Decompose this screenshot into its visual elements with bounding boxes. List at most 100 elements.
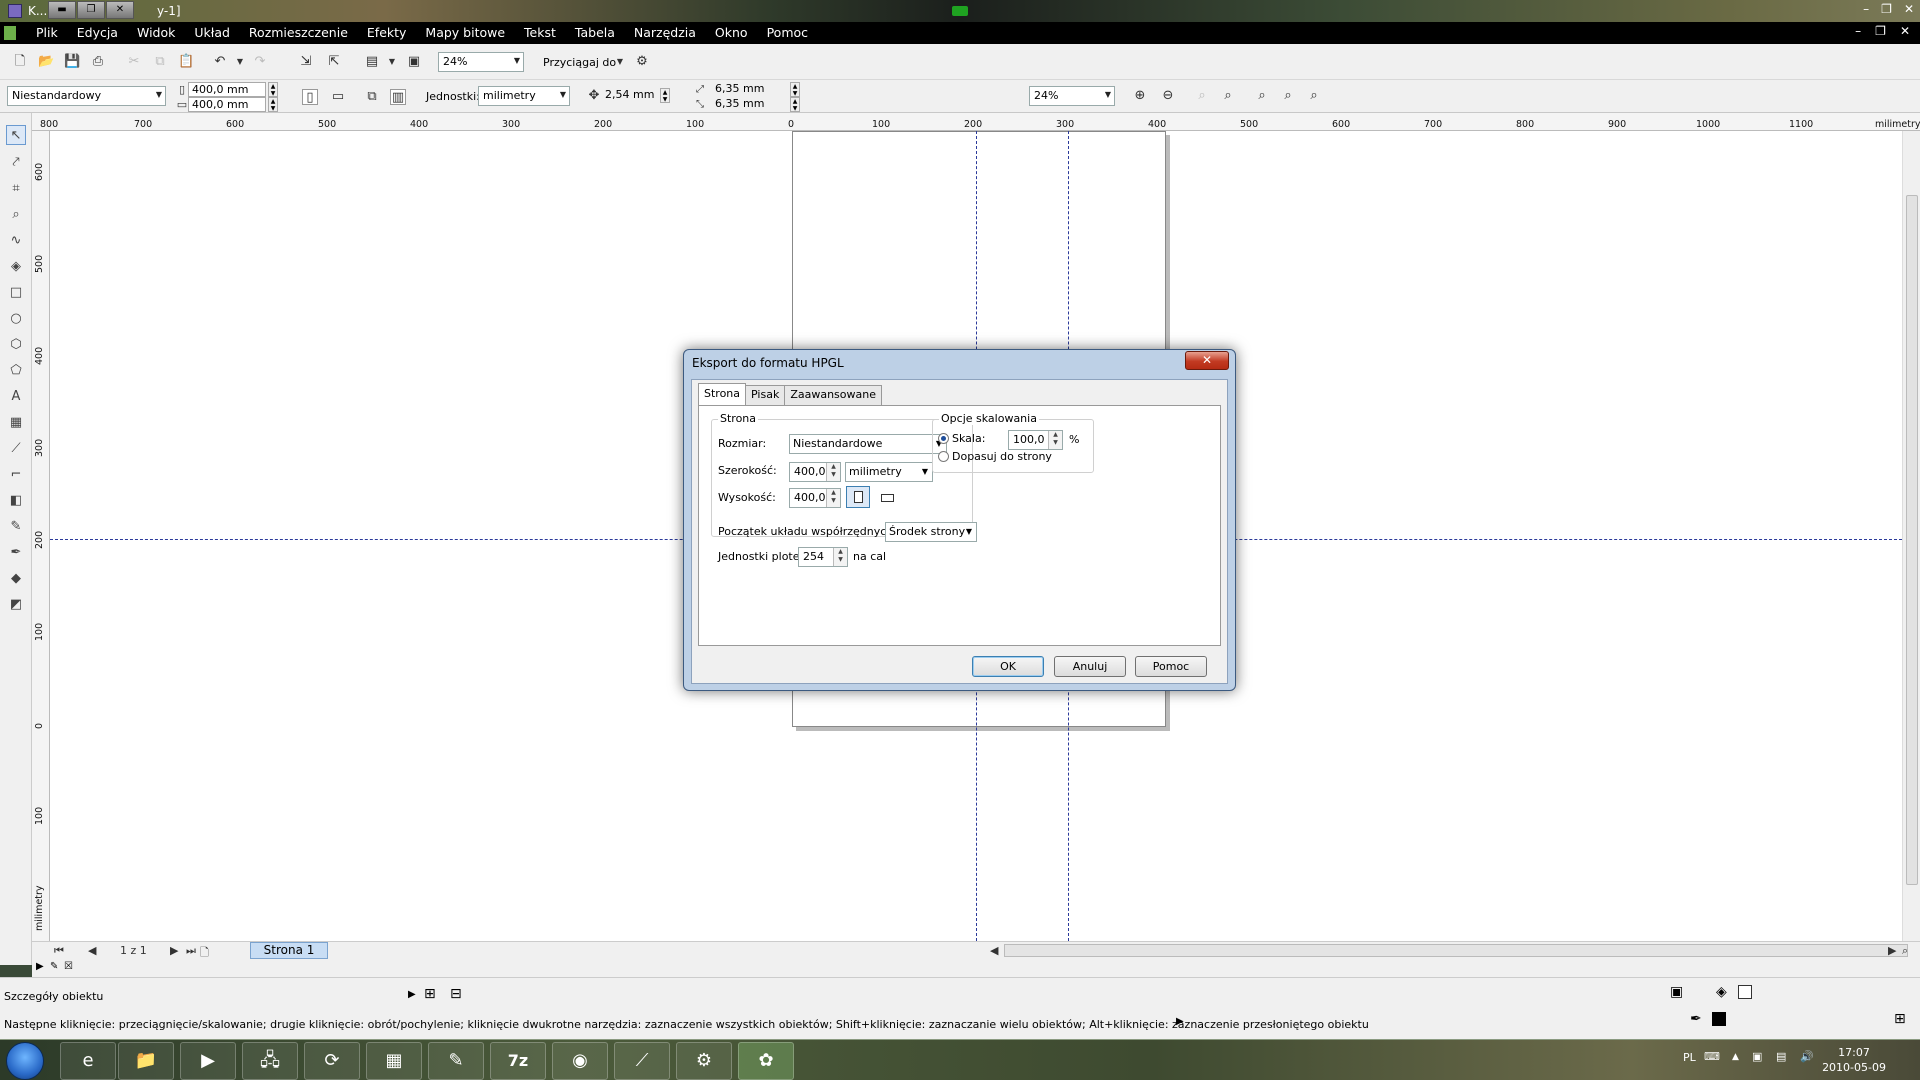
menu-tabela[interactable]: Tabela: [575, 25, 615, 40]
new-icon[interactable]: 🗋: [12, 54, 28, 70]
color-proof-icon[interactable]: ▣: [1670, 984, 1683, 1000]
status-toolbar-icon[interactable]: ⊞: [424, 986, 436, 1002]
portrait-icon[interactable]: ▯: [302, 89, 318, 105]
play-icon[interactable]: ▶: [36, 961, 44, 972]
doc-close-button[interactable]: ✕: [1900, 24, 1910, 38]
zoom-tool-icon[interactable]: ⌕: [6, 205, 26, 225]
scale-stepper[interactable]: ▲ ▼: [1048, 431, 1062, 449]
language-indicator[interactable]: PL: [1683, 1051, 1696, 1064]
navigator-zoom-icon[interactable]: ⌕: [1902, 944, 1908, 958]
units-combo[interactable]: milimetry: [478, 86, 570, 106]
height-stepper[interactable]: ▲ ▼: [826, 489, 840, 507]
import-icon[interactable]: ⇲: [298, 54, 314, 70]
menu-narzedzia[interactable]: Narzędzia: [634, 25, 696, 40]
menu-rozmieszczenie[interactable]: Rozmieszczenie: [249, 25, 348, 40]
scroll-left-icon[interactable]: ◀: [990, 944, 998, 957]
no-fill-icon[interactable]: ☒: [64, 961, 73, 972]
tray-expand-icon[interactable]: ▲: [1732, 1052, 1739, 1062]
zoom-selected-icon[interactable]: ⌕: [1194, 88, 1210, 104]
smart-fill-tool-icon[interactable]: ◈: [6, 257, 26, 277]
volume-icon[interactable]: 🔊: [1800, 1050, 1814, 1063]
minimize-button[interactable]: –: [1863, 2, 1869, 16]
menu-tekst[interactable]: Tekst: [524, 25, 556, 40]
open-icon[interactable]: 📂: [38, 54, 54, 70]
duplicate-x-stepper[interactable]: ▲ ▼: [790, 82, 800, 97]
menu-pomoc[interactable]: Pomoc: [767, 25, 808, 40]
child-close-button[interactable]: ✕: [106, 1, 134, 19]
menu-okno[interactable]: Okno: [715, 25, 748, 40]
help-button[interactable]: Pomoc: [1135, 656, 1207, 677]
pin-icon[interactable]: ✎: [50, 961, 58, 972]
taskbar-network-icon[interactable]: 🖧: [242, 1042, 298, 1080]
connector-tool-icon[interactable]: ⌐: [6, 465, 26, 485]
interactive-fill-tool-icon[interactable]: ◩: [6, 595, 26, 615]
text-tool-icon[interactable]: A: [6, 387, 26, 407]
maximize-button[interactable]: ❐: [1881, 2, 1892, 16]
zoom-page-width-icon[interactable]: ⌕: [1280, 88, 1296, 104]
snap-dropdown-icon[interactable]: ▼: [612, 54, 628, 70]
welcome-screen-icon[interactable]: ▣: [406, 54, 422, 70]
blend-tool-icon[interactable]: ◧: [6, 491, 26, 511]
undo-dropdown-icon[interactable]: ▼: [232, 54, 248, 70]
menu-mapy-bitowe[interactable]: Mapy bitowe: [425, 25, 505, 40]
menu-widok[interactable]: Widok: [137, 25, 175, 40]
page-width-stepper[interactable]: ▲ ▼: [268, 82, 278, 97]
status-toolbar-icon[interactable]: ⊟: [450, 986, 462, 1002]
export-icon[interactable]: ⇱: [326, 54, 342, 70]
outline-tool-icon[interactable]: ✒: [6, 543, 26, 563]
horizontal-scrollbar[interactable]: [1004, 944, 1908, 957]
page-first-icon[interactable]: ⏮: [54, 944, 64, 958]
options-icon[interactable]: ⚙: [634, 54, 650, 70]
child-restore-button[interactable]: ❐: [77, 1, 105, 19]
basic-shapes-tool-icon[interactable]: ⬠: [6, 361, 26, 381]
fill-swatch-none[interactable]: [1738, 985, 1752, 999]
publish-pdf-icon[interactable]: ▤: [364, 54, 380, 70]
freehand-tool-icon[interactable]: ∿: [6, 231, 26, 251]
page-tab[interactable]: Strona 1: [250, 942, 328, 959]
taskbar-7zip-icon[interactable]: 7z: [490, 1042, 546, 1080]
menu-edycja[interactable]: Edycja: [77, 25, 118, 40]
taskbar-explorer-icon[interactable]: 📁: [118, 1042, 174, 1080]
undo-icon[interactable]: ↶: [212, 54, 228, 70]
tab-zaawansowane[interactable]: Zaawansowane: [784, 385, 882, 405]
landscape-icon[interactable]: ▭: [330, 89, 346, 105]
dialog-close-button[interactable]: ✕: [1185, 351, 1229, 370]
menu-uklad[interactable]: Układ: [194, 25, 230, 40]
page-next-icon[interactable]: ▶: [170, 944, 178, 957]
publish-dropdown-icon[interactable]: ▼: [384, 54, 400, 70]
paste-icon[interactable]: 📋: [178, 54, 194, 70]
fit-to-page-label[interactable]: Dopasuj do strony: [952, 450, 1052, 463]
page-height-stepper[interactable]: ▲ ▼: [268, 97, 278, 112]
ok-button[interactable]: OK: [972, 656, 1044, 677]
copy-icon[interactable]: ⧉: [152, 54, 168, 70]
duplicate-y-field[interactable]: 6,35 mm: [712, 97, 790, 112]
vertical-scrollbar[interactable]: [1902, 131, 1920, 941]
polygon-tool-icon[interactable]: ⬡: [6, 335, 26, 355]
duplicate-y-stepper[interactable]: ▲ ▼: [790, 97, 800, 112]
eyedropper-tool-icon[interactable]: ✎: [6, 517, 26, 537]
page-height-field[interactable]: 400,0 mm: [188, 97, 266, 112]
dimension-tool-icon[interactable]: ⟋: [6, 439, 26, 459]
scroll-right-icon[interactable]: ▶: [1888, 944, 1896, 957]
menu-plik[interactable]: Plik: [36, 25, 58, 40]
fit-to-page-radio[interactable]: [938, 451, 949, 462]
shape-tool-icon[interactable]: ⤤: [6, 153, 26, 173]
snap-to-label[interactable]: Przyciągaj do: [543, 56, 616, 69]
zoom-in-icon[interactable]: ⊕: [1132, 88, 1148, 104]
taskbar-sync-icon[interactable]: ⟳: [304, 1042, 360, 1080]
menu-efekty[interactable]: Efekty: [367, 25, 407, 40]
height-field[interactable]: 400,0 ▲ ▼: [789, 488, 841, 508]
print-icon[interactable]: ⎙: [90, 54, 106, 70]
taskbar-app-icon[interactable]: ▦: [366, 1042, 422, 1080]
taskbar-pen-icon[interactable]: ⟋: [614, 1042, 670, 1080]
taskbar-editor-icon[interactable]: ✎: [428, 1042, 484, 1080]
doc-restore-button[interactable]: ❐: [1875, 24, 1886, 38]
taskbar-firefox-icon[interactable]: ◉: [552, 1042, 608, 1080]
child-minimize-button[interactable]: ▬: [48, 1, 76, 19]
expand-arrow-icon[interactable]: ▶: [408, 989, 416, 1000]
crop-tool-icon[interactable]: ⌗: [6, 179, 26, 199]
zoom-page-height-icon[interactable]: ⌕: [1306, 88, 1322, 104]
doc-minimize-button[interactable]: –: [1855, 24, 1861, 38]
status-config-icon[interactable]: ⊞: [1894, 1011, 1906, 1027]
clock[interactable]: 17:07 2010-05-09: [1822, 1045, 1886, 1075]
